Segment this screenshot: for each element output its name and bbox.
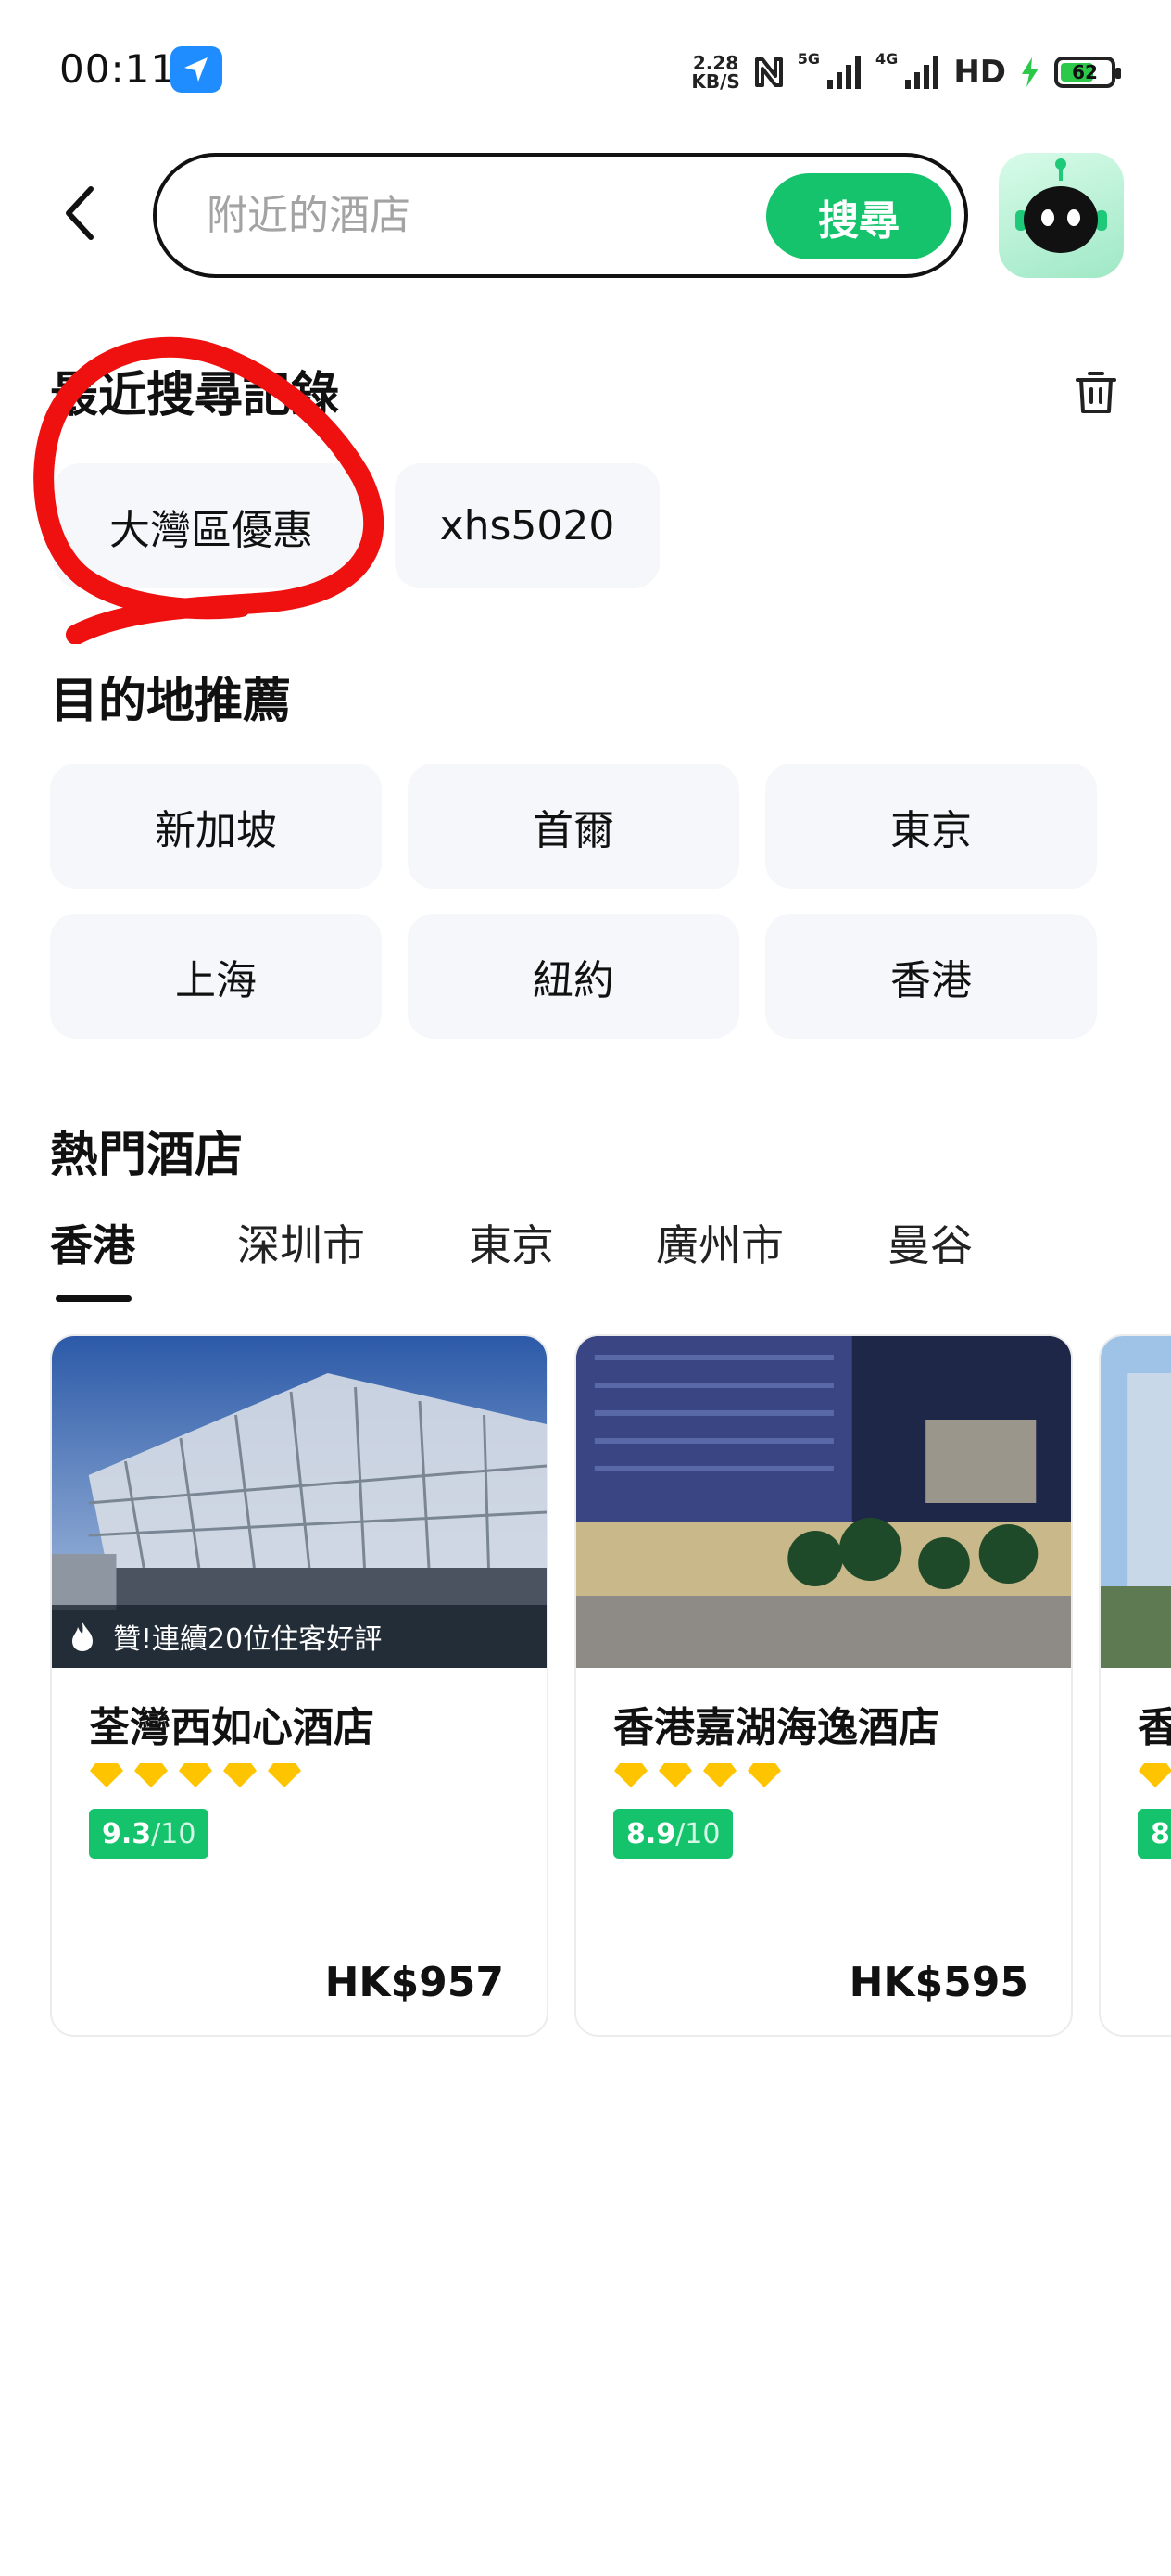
diamond-rating	[1138, 1762, 1171, 1788]
diamond-icon	[223, 1763, 257, 1787]
destination-chip[interactable]: 首爾	[408, 764, 739, 889]
hotel-card[interactable]: 香港嘉湖海逸酒店 8.9/10 HK$595	[574, 1334, 1073, 2037]
status-time: 00:11	[59, 46, 177, 92]
hotel-card[interactable]: 香 8.	[1099, 1334, 1171, 2037]
search-input[interactable]	[207, 157, 725, 274]
status-icons: 2.28 KB/S 5G 4G HD 62	[691, 46, 1121, 98]
diamond-icon	[614, 1763, 648, 1787]
diamond-icon	[659, 1763, 692, 1787]
diamond-rating	[89, 1762, 302, 1788]
hot-hotels-title: 熱門酒店	[50, 1128, 244, 1183]
diamond-icon	[179, 1763, 212, 1787]
hotel-search-page: 00:11 2.28 KB/S 5G 4G HD 62 附近的酒店 搜尋 最近搜…	[0, 0, 1171, 2576]
hotel-name: 香港嘉湖海逸酒店	[613, 1704, 939, 1751]
tab-guangzhou[interactable]: 廣州市	[656, 1212, 784, 1273]
signal-4g-icon	[905, 56, 939, 89]
location-arrow-icon	[170, 46, 222, 93]
diamond-icon	[268, 1763, 301, 1787]
tab-bangkok[interactable]: 曼谷	[888, 1212, 973, 1273]
diamond-rating	[613, 1762, 782, 1788]
review-badge: 贊!連續20位住客好評	[52, 1605, 547, 1668]
hd-label: HD	[953, 54, 1006, 91]
network-speed: 2.28 KB/S	[691, 52, 740, 93]
ai-assistant-button[interactable]	[999, 153, 1124, 278]
destination-chip[interactable]: 紐約	[408, 914, 739, 1039]
review-score: 9.3/10	[89, 1809, 209, 1859]
battery-level: 62	[1072, 61, 1098, 83]
back-button[interactable]	[50, 176, 106, 250]
signal-4g-label: 4G	[875, 50, 899, 68]
charging-bolt-icon	[1022, 57, 1039, 87]
hotel-photo	[576, 1336, 1071, 1668]
review-score: 8.9/10	[613, 1809, 734, 1859]
hotel-price: HK$595	[849, 1959, 1028, 2006]
review-badge-text: 贊!連續20位住客好評	[113, 1623, 383, 1656]
nfc-icon	[754, 57, 783, 87]
fire-icon	[72, 1622, 93, 1651]
trash-icon	[1076, 372, 1116, 413]
diamond-icon	[703, 1763, 737, 1787]
hotel-photo	[1101, 1336, 1171, 1668]
tab-shenzhen[interactable]: 深圳市	[237, 1212, 365, 1273]
recent-search-chip[interactable]: 大灣區優惠	[54, 463, 369, 588]
destination-chip[interactable]: 新加坡	[50, 764, 382, 889]
destination-chip[interactable]: 東京	[765, 764, 1097, 889]
active-tab-indicator	[56, 1295, 132, 1302]
hotel-card[interactable]: 贊!連續20位住客好評 荃灣西如心酒店 9.3/10 HK$957	[50, 1334, 548, 2037]
robot-icon	[1015, 158, 1107, 253]
tab-hongkong[interactable]: 香港	[50, 1212, 135, 1273]
diamond-icon	[748, 1763, 781, 1787]
search-bar: 搜尋	[153, 153, 968, 278]
diamond-icon	[134, 1763, 168, 1787]
diamond-icon	[90, 1763, 123, 1787]
hotel-price: HK$957	[324, 1959, 504, 2006]
diamond-icon	[1139, 1763, 1171, 1787]
status-bar: 00:11 2.28 KB/S 5G 4G HD 62	[0, 0, 1171, 139]
battery-icon: 62	[1054, 57, 1121, 88]
tab-tokyo[interactable]: 東京	[469, 1212, 554, 1273]
signal-5g-icon	[827, 56, 862, 89]
hotel-name: 荃灣西如心酒店	[89, 1704, 374, 1751]
signal-5g-label: 5G	[797, 50, 821, 68]
recent-searches-title: 最近搜尋記錄	[50, 368, 340, 423]
hotel-name: 香	[1138, 1694, 1171, 1753]
destination-chip[interactable]: 上海	[50, 914, 382, 1039]
search-button[interactable]: 搜尋	[766, 173, 951, 259]
destination-chip[interactable]: 香港	[765, 914, 1097, 1039]
chevron-left-icon	[66, 186, 94, 240]
recent-search-chip[interactable]: xhs5020	[395, 463, 660, 588]
destinations-title: 目的地推薦	[50, 674, 292, 729]
clear-history-button[interactable]	[1070, 367, 1122, 419]
review-score: 8.	[1138, 1809, 1171, 1859]
